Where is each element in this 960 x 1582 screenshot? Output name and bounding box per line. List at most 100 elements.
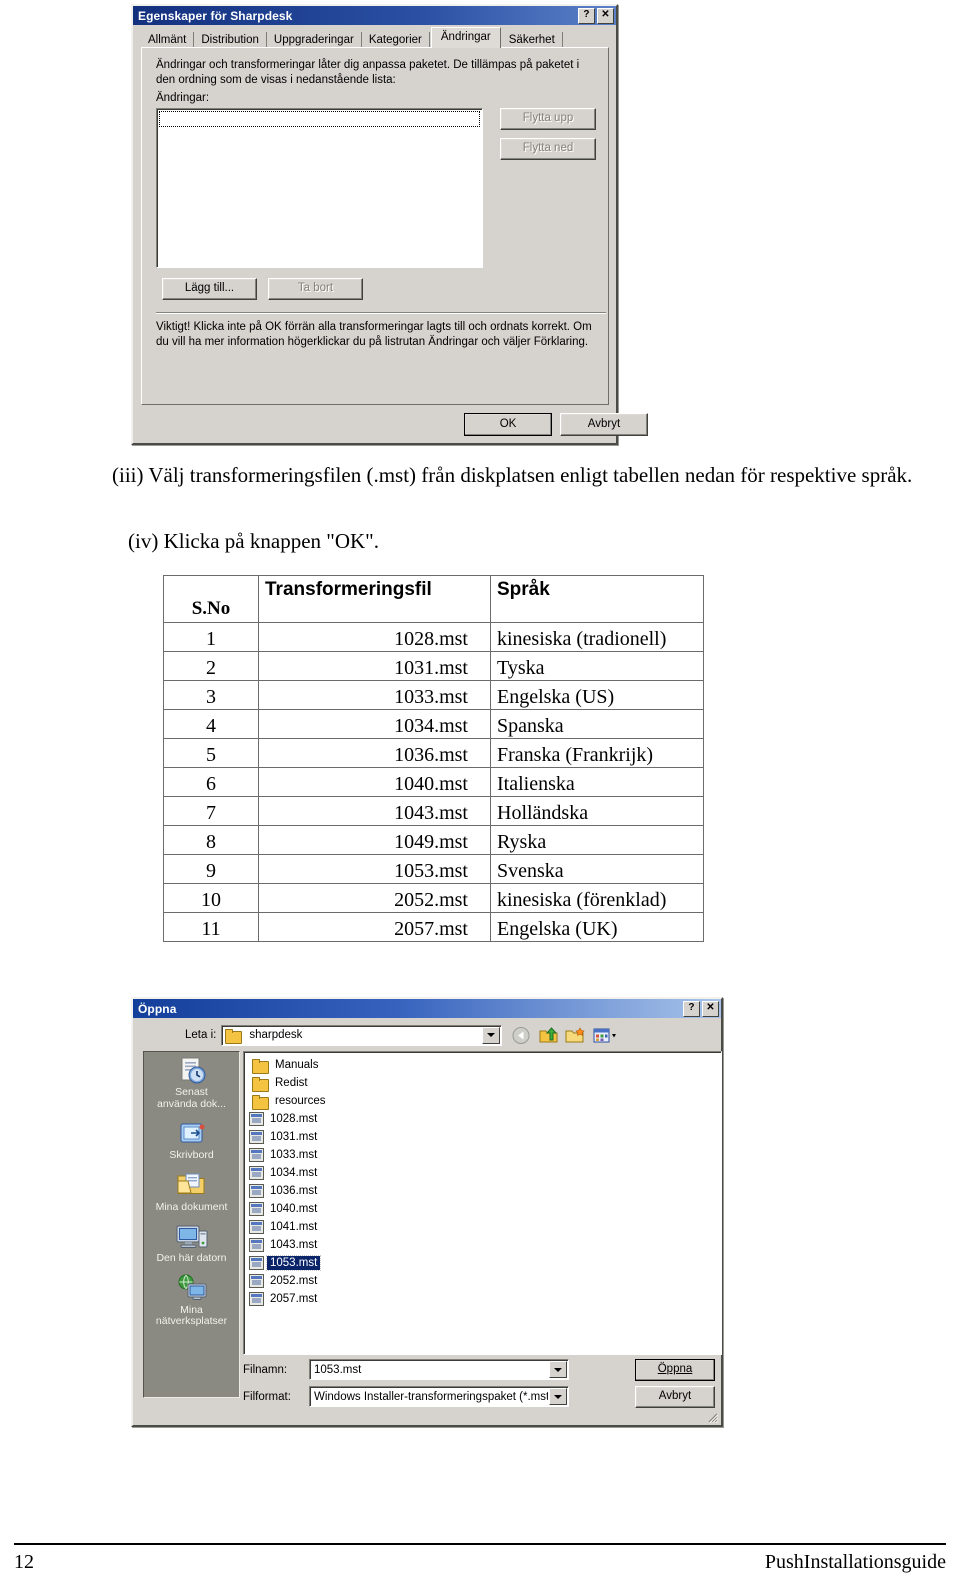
place-recent-documents[interactable]: Senast använda dok... (144, 1055, 239, 1110)
help-button[interactable]: ? (578, 7, 595, 24)
list-item[interactable]: Manuals (249, 1056, 721, 1074)
places-bar: Senast använda dok... Skrivbord Mina dok… (143, 1051, 240, 1398)
close-icon[interactable]: ✕ (702, 1000, 719, 1017)
instruction-step-iii: (iii) Välj transformeringsfilen (.mst) f… (112, 463, 913, 487)
warning-divider (156, 312, 606, 313)
andringar-list-focus-row (159, 111, 480, 127)
chevron-down-icon[interactable] (549, 1388, 567, 1405)
andringar-warning: Viktigt! Klicka inte på OK förrän alla t… (156, 321, 592, 348)
table-row: 3 1033.mst Engelska (US) (163, 680, 704, 710)
list-item[interactable]: 2057.mst (249, 1290, 721, 1308)
document-title-footer: PushInstallationsguide (764, 1551, 946, 1573)
list-item[interactable]: resources (249, 1092, 721, 1110)
file-listbox[interactable]: Manuals Redist resources 1028.mst 1031.m… (243, 1051, 722, 1355)
list-item[interactable]: 1041.mst (249, 1218, 721, 1236)
table-header-row: S.No Transformeringsfil Språk (163, 575, 704, 623)
mst-file-icon (249, 1274, 264, 1288)
remove-button-label: Ta bort (297, 282, 334, 295)
open-cancel-button[interactable]: Avbryt (635, 1386, 715, 1408)
table-row: 2 1031.mst Tyska (163, 651, 704, 681)
list-item-label: 1034.mst (270, 1167, 318, 1179)
up-folder-icon[interactable] (538, 1026, 559, 1045)
lookin-label: Leta i: (185, 1029, 217, 1041)
place-label: Senast använda dok... (157, 1086, 226, 1110)
cell-language: kinesiska (tradionell) (490, 622, 704, 652)
list-item-label: 2057.mst (270, 1293, 318, 1305)
list-item[interactable]: 1028.mst (249, 1110, 721, 1128)
views-icon[interactable] (592, 1026, 617, 1045)
page-number: 12 (14, 1551, 34, 1573)
filename-combobox[interactable]: 1053.mst (309, 1359, 569, 1380)
list-item-label: Manuals (275, 1059, 319, 1071)
language-table: S.No Transformeringsfil Språk 1 1028.mst… (163, 575, 704, 942)
list-item-selected[interactable]: 1053.mst (249, 1254, 721, 1272)
footer-divider (14, 1543, 946, 1545)
cell-language: Italienska (490, 767, 704, 797)
list-item[interactable]: 1043.mst (249, 1236, 721, 1254)
place-desktop[interactable]: Skrivbord (144, 1118, 239, 1162)
cancel-button-label: Avbryt (587, 417, 621, 430)
back-icon[interactable] (511, 1026, 532, 1045)
open-cancel-button-label: Avbryt (658, 1390, 692, 1403)
andringar-listbox[interactable] (156, 108, 483, 268)
place-network-places[interactable]: Mina nätverksplatser (144, 1273, 239, 1328)
list-item[interactable]: Redist (249, 1074, 721, 1092)
add-button[interactable]: Lägg till... (162, 278, 257, 300)
my-computer-icon (144, 1221, 239, 1252)
ok-button[interactable]: OK (464, 413, 552, 436)
filename-value: 1053.mst (314, 1363, 362, 1376)
chevron-down-icon[interactable] (482, 1026, 501, 1044)
cell-sno: 9 (163, 854, 259, 884)
my-documents-icon (144, 1170, 239, 1201)
move-up-button[interactable]: Flytta upp (500, 108, 596, 130)
list-item[interactable]: 1040.mst (249, 1200, 721, 1218)
tab-andringar[interactable]: Ändringar (430, 27, 501, 48)
cell-sno: 8 (163, 825, 259, 855)
andringar-description: Ändringar och transformeringar låter dig… (156, 59, 580, 86)
resize-grip[interactable] (706, 1410, 719, 1424)
list-item-label: Redist (275, 1077, 308, 1089)
list-item-label: 1043.mst (270, 1239, 318, 1251)
cell-sno: 3 (163, 680, 259, 710)
add-button-label: Lägg till... (184, 282, 235, 295)
chevron-down-icon[interactable] (549, 1361, 567, 1378)
list-item[interactable]: 1031.mst (249, 1128, 721, 1146)
language-table-body: 1 1028.mst kinesiska (tradionell) 2 1031… (163, 622, 704, 942)
open-dialog-toolbar: Leta i: sharpdesk (139, 1021, 715, 1049)
open-dialog-titlebar[interactable]: Öppna ? ✕ (133, 999, 721, 1018)
list-item[interactable]: 1036.mst (249, 1182, 721, 1200)
cell-file: 2052.mst (258, 883, 491, 913)
cancel-button[interactable]: Avbryt (560, 413, 648, 436)
filetype-combobox[interactable]: Windows Installer-transformeringspaket (… (309, 1386, 569, 1407)
help-button[interactable]: ? (683, 1000, 700, 1017)
place-my-documents[interactable]: Mina dokument (144, 1170, 239, 1214)
close-icon[interactable]: ✕ (597, 7, 614, 24)
lookin-value: sharpdesk (249, 1029, 303, 1041)
folder-icon (225, 1028, 243, 1044)
ok-button-label: OK (499, 417, 517, 430)
table-row: 11 2057.mst Engelska (UK) (163, 912, 704, 942)
list-item[interactable]: 2052.mst (249, 1272, 721, 1290)
place-my-computer[interactable]: Den här datorn (144, 1221, 239, 1265)
list-item-label: 1028.mst (270, 1113, 318, 1125)
mst-file-icon (249, 1166, 264, 1180)
cell-file: 1033.mst (258, 680, 491, 710)
list-item[interactable]: 1034.mst (249, 1164, 721, 1182)
open-titlebar-buttons: ? ✕ (683, 1000, 719, 1017)
new-folder-icon[interactable] (565, 1026, 586, 1045)
properties-dialog-title: Egenskaper för Sharpdesk (138, 8, 293, 23)
mst-file-icon (249, 1148, 264, 1162)
lookin-combobox[interactable]: sharpdesk (221, 1024, 503, 1046)
list-item[interactable]: 1033.mst (249, 1146, 721, 1164)
properties-tabstrip: Allmänt Distribution Uppgraderingar Kate… (141, 27, 609, 49)
column-header-sprak: Språk (490, 575, 704, 623)
open-button[interactable]: Öppna (635, 1359, 715, 1381)
table-row: 4 1034.mst Spanska (163, 709, 704, 739)
cell-sno: 5 (163, 738, 259, 768)
remove-button[interactable]: Ta bort (268, 278, 363, 300)
properties-dialog-titlebar[interactable]: Egenskaper för Sharpdesk ? ✕ (133, 6, 616, 25)
open-button-label: Öppna (657, 1363, 693, 1376)
list-item-label: 1041.mst (270, 1221, 318, 1233)
move-down-button[interactable]: Flytta ned (500, 138, 596, 160)
folder-icon (252, 1058, 269, 1074)
